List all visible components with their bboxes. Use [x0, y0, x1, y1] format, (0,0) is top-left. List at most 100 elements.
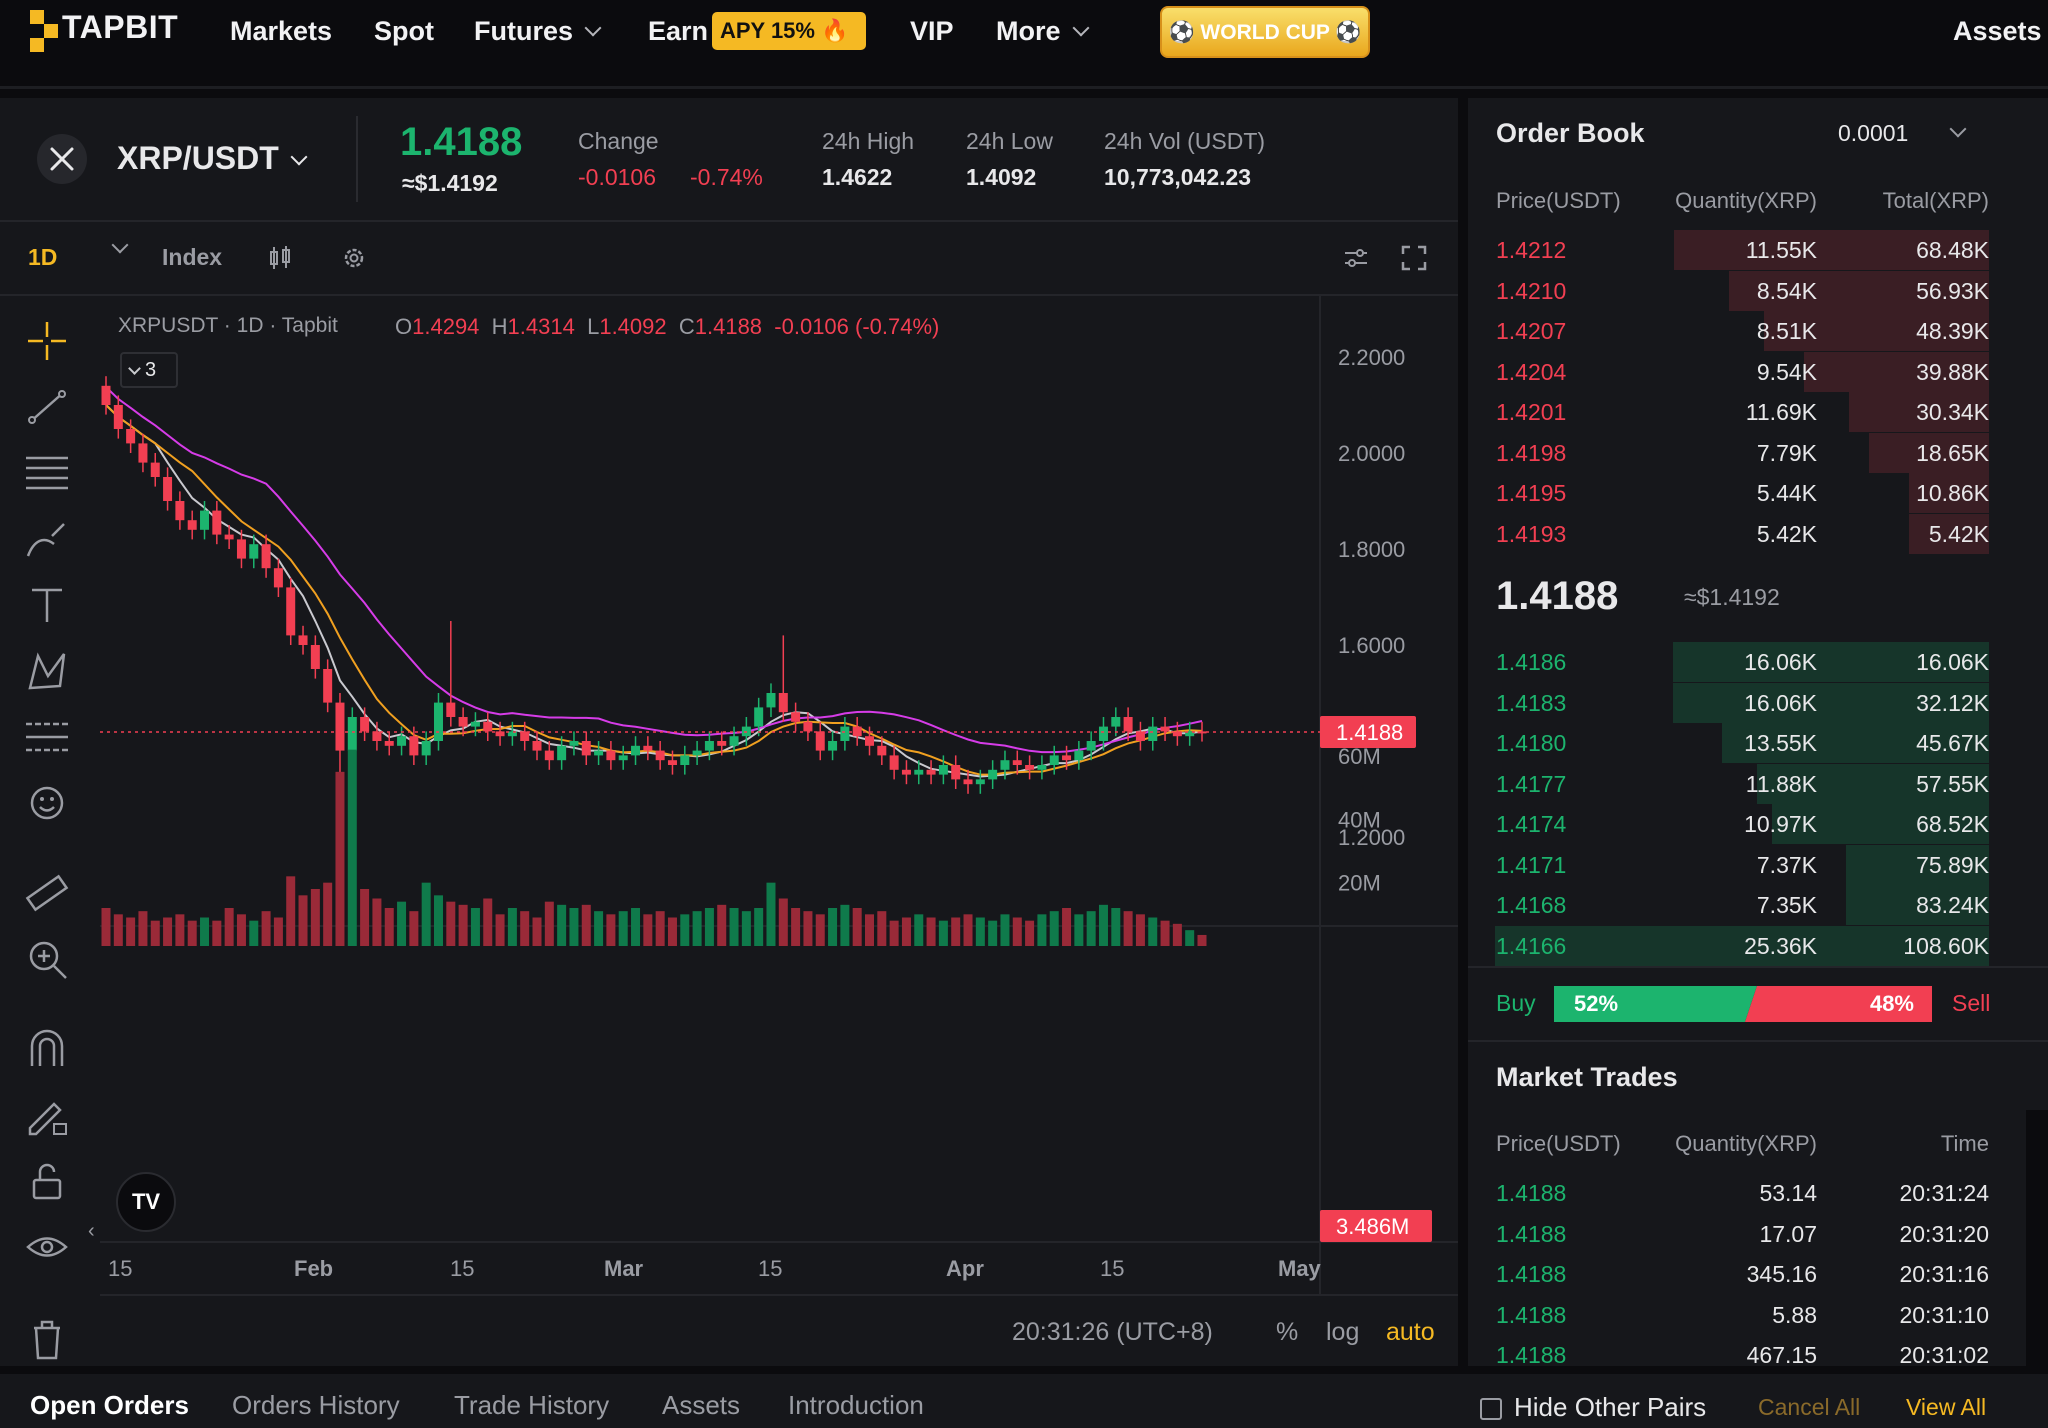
bid-row[interactable]: 1.4168 7.35K 83.24K: [1468, 885, 2048, 925]
candle-type-icon[interactable]: [266, 244, 294, 277]
bid-row[interactable]: 1.4171 7.37K 75.89K: [1468, 844, 2048, 885]
settings-gear-icon[interactable]: [340, 244, 368, 277]
indicator-settings-icon[interactable]: [1342, 244, 1370, 277]
bid-row[interactable]: 1.4166 25.36K 108.60K: [1468, 925, 2048, 966]
ask-row[interactable]: 1.4198 7.79K 18.65K: [1468, 432, 2048, 473]
volume-bar: [680, 914, 690, 946]
price-chart[interactable]: 2.20002.00001.80001.60001.200060M40M20M1…: [0, 294, 1458, 1294]
bid-row[interactable]: 1.4177 11.88K 57.55K: [1468, 763, 2048, 804]
candle-body: [1086, 741, 1096, 751]
trade-row: 1.4188 53.14 20:31:24: [1468, 1173, 2048, 1213]
ob-header-total: Total(XRP): [1882, 188, 1989, 213]
ask-row[interactable]: 1.4212 11.55K 68.48K: [1468, 230, 2048, 270]
ask-total: 18.65K: [1916, 439, 1989, 466]
trade-row: 1.4188 17.07 20:31:20: [1468, 1214, 2048, 1254]
ask-row[interactable]: 1.4195 5.44K 10.86K: [1468, 473, 2048, 513]
ask-row[interactable]: 1.4204 9.54K 39.88K: [1468, 351, 2048, 392]
volume-bar: [520, 911, 530, 946]
trade-price: 1.4188: [1496, 1180, 1567, 1206]
interval-dropdown[interactable]: [100, 236, 129, 262]
volume-bar: [310, 889, 320, 946]
nav-more[interactable]: More: [996, 14, 1090, 48]
ask-row[interactable]: 1.4201 11.69K 30.34K: [1468, 392, 2048, 432]
ob-mid-usd: ≈$1.4192: [1684, 584, 1780, 610]
candle-body: [594, 750, 604, 756]
hide-other-pairs-label[interactable]: Hide Other Pairs: [1514, 1392, 1706, 1423]
time-axis-tick: 15: [450, 1256, 474, 1281]
tab-open-orders[interactable]: Open Orders: [30, 1390, 189, 1421]
candle-body: [643, 745, 653, 751]
tab-introduction[interactable]: Introduction: [788, 1390, 924, 1421]
tab-assets[interactable]: Assets: [662, 1390, 740, 1421]
price-axis-tick: 1.6000: [1338, 633, 1405, 658]
nav-spot[interactable]: Spot: [374, 14, 434, 48]
bid-qty: 16.06K: [1744, 689, 1817, 716]
ask-total: 5.42K: [1928, 520, 1989, 547]
volume-bar: [261, 911, 271, 946]
auto-scale-button[interactable]: auto: [1386, 1318, 1435, 1347]
nav-markets[interactable]: Markets: [230, 14, 332, 48]
index-button[interactable]: Index: [162, 244, 222, 271]
ask-qty: 8.51K: [1756, 318, 1817, 344]
bid-row[interactable]: 1.4183 16.06K 32.12K: [1468, 682, 2048, 723]
ask-row[interactable]: 1.4210 8.54K 56.93K: [1468, 270, 2048, 311]
ask-row[interactable]: 1.4193 5.42K 5.42K: [1468, 513, 2048, 554]
candle-body: [778, 693, 788, 713]
log-scale-button[interactable]: log: [1326, 1318, 1359, 1347]
fullscreen-icon[interactable]: [1400, 244, 1428, 277]
tab-orders-history[interactable]: Orders History: [232, 1390, 400, 1421]
nav-futures[interactable]: Futures: [474, 14, 602, 48]
logo-text[interactable]: TAPBIT: [62, 10, 178, 44]
bid-row[interactable]: 1.4174 10.97K 68.52K: [1468, 804, 2048, 844]
percent-scale-button[interactable]: %: [1276, 1318, 1298, 1347]
change-label: Change: [578, 128, 659, 154]
ask-total: 56.93K: [1916, 277, 1989, 304]
candle-body: [1135, 731, 1145, 741]
volume-bar: [507, 908, 517, 946]
volume-bar: [938, 920, 948, 946]
ask-qty: 5.44K: [1756, 480, 1817, 506]
tradingview-logo[interactable]: TV: [116, 1172, 176, 1232]
candle-body: [1049, 755, 1059, 765]
volume-bar: [569, 908, 579, 946]
chart-clock: 20:31:26 (UTC+8): [1012, 1318, 1213, 1346]
bid-row[interactable]: 1.4180 13.55K 45.67K: [1468, 723, 2048, 763]
candle-body: [901, 769, 911, 775]
volume-bar: [101, 908, 111, 946]
candle-body: [261, 544, 271, 569]
trade-qty: 345.16: [1746, 1261, 1817, 1287]
trade-qty: 53.14: [1759, 1180, 1817, 1206]
cancel-all-button[interactable]: Cancel All: [1758, 1394, 1860, 1421]
view-all-button[interactable]: View All: [1906, 1394, 1986, 1421]
volume-bar: [803, 911, 813, 946]
candle-body: [988, 769, 998, 780]
interval-1d[interactable]: 1D: [28, 244, 57, 271]
bid-price: 1.4177: [1496, 770, 1567, 797]
nav-assets[interactable]: Assets: [1953, 14, 2042, 48]
ask-row[interactable]: 1.4207 8.51K 48.39K: [1468, 311, 2048, 351]
pair-selector[interactable]: XRP/USDT: [117, 140, 308, 177]
trade-row: 1.4188 5.88 20:31:10: [1468, 1295, 2048, 1335]
volume-bar: [778, 898, 788, 946]
tab-trade-history[interactable]: Trade History: [454, 1390, 609, 1421]
volume-bar: [532, 917, 542, 946]
candle-body: [433, 702, 443, 741]
collapse-toolbar-icon[interactable]: ‹: [88, 1220, 95, 1243]
apy-badge[interactable]: APY 15% 🔥: [712, 12, 866, 50]
bid-qty: 25.36K: [1744, 932, 1817, 959]
hide-other-pairs-checkbox[interactable]: [1480, 1398, 1502, 1420]
volume-bar: [544, 901, 554, 946]
nav-vip[interactable]: VIP: [910, 14, 954, 48]
volume-bar: [1185, 930, 1195, 946]
volume-bar: [384, 908, 394, 946]
chevron-down-icon: [1949, 120, 1967, 138]
scrollbar[interactable]: [2026, 1110, 2048, 1366]
precision-selector[interactable]: 0.0001: [1838, 120, 1967, 147]
trash-icon[interactable]: [24, 1316, 70, 1362]
volume-bar: [766, 882, 776, 946]
candle-body: [754, 707, 764, 727]
candle-body: [163, 477, 173, 501]
bid-row[interactable]: 1.4186 16.06K 16.06K: [1468, 642, 2048, 682]
world-cup-banner[interactable]: ⚽ WORLD CUP ⚽: [1160, 6, 1370, 58]
nav-earn[interactable]: Earn: [648, 14, 708, 48]
